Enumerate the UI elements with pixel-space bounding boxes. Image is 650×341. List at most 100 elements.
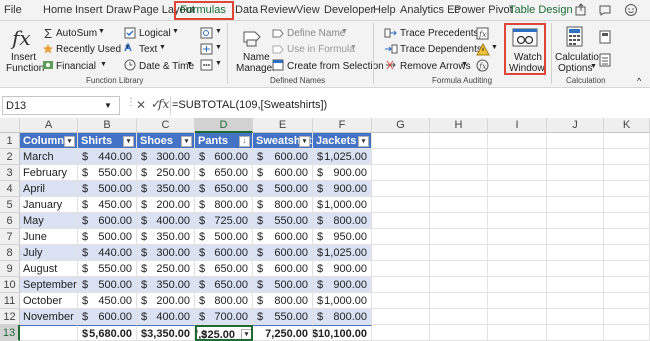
empty-cell[interactable] [430, 149, 488, 165]
value-cell[interactable]: $400.00 [137, 213, 195, 229]
show-formulas-icon[interactable]: fx [476, 27, 490, 40]
month-cell[interactable]: November [20, 309, 78, 325]
lookup-reference-icon[interactable] [200, 27, 214, 40]
empty-cell[interactable] [604, 181, 650, 197]
empty-cell[interactable] [488, 325, 547, 341]
value-cell[interactable]: $650.00 [195, 277, 253, 293]
value-cell[interactable]: $900.00 [313, 277, 372, 293]
empty-cell[interactable] [604, 165, 650, 181]
tab-table-design[interactable]: Table Design [509, 4, 573, 16]
value-cell[interactable]: $600.00 [253, 229, 313, 245]
value-cell[interactable]: $650.00 [195, 181, 253, 197]
value-cell[interactable]: $350.00 [137, 229, 195, 245]
value-cell[interactable]: $200.00 [137, 293, 195, 309]
empty-cell[interactable] [372, 325, 430, 341]
value-cell[interactable]: $250.00 [137, 165, 195, 181]
row-header-11[interactable]: 11 [0, 293, 20, 309]
empty-cell[interactable] [488, 181, 547, 197]
value-cell[interactable]: $800.00 [313, 309, 372, 325]
value-cell[interactable]: $600.00 [253, 165, 313, 181]
empty-cell[interactable] [604, 197, 650, 213]
value-cell[interactable]: $500.00 [78, 277, 137, 293]
empty-cell[interactable] [430, 309, 488, 325]
empty-cell[interactable] [488, 293, 547, 309]
empty-cell[interactable] [372, 165, 430, 181]
value-cell[interactable]: $600.00 [78, 309, 137, 325]
empty-cell[interactable] [372, 197, 430, 213]
month-cell[interactable]: February [20, 165, 78, 181]
row-header-12[interactable]: 12 [0, 309, 20, 325]
empty-cell[interactable] [547, 293, 604, 309]
value-cell[interactable]: $800.00 [313, 213, 372, 229]
month-cell[interactable]: June [20, 229, 78, 245]
empty-cell[interactable] [430, 293, 488, 309]
empty-cell[interactable] [372, 245, 430, 261]
share-icon[interactable] [574, 3, 588, 17]
total-dropdown-icon[interactable]: ▾ [241, 329, 251, 339]
value-cell[interactable]: $900.00 [313, 261, 372, 277]
select-all-corner[interactable] [0, 118, 20, 133]
empty-cell[interactable] [372, 309, 430, 325]
value-cell[interactable]: $1,025.00 [313, 149, 372, 165]
empty-cell[interactable] [547, 197, 604, 213]
tab-power-pivot[interactable]: Power Pivot [454, 4, 513, 16]
value-cell[interactable]: $550.00 [78, 261, 137, 277]
value-cell[interactable]: $500.00 [78, 229, 137, 245]
column-header-c[interactable]: C [137, 118, 195, 133]
value-cell[interactable]: $300.00 [137, 245, 195, 261]
tab-data[interactable]: Data [235, 4, 258, 16]
empty-cell[interactable] [372, 277, 430, 293]
empty-cell[interactable] [372, 213, 430, 229]
row-header-1[interactable]: 1 [0, 133, 20, 149]
column-header-i[interactable]: I [488, 118, 547, 133]
tab-home[interactable]: Home [43, 4, 72, 16]
calculate-sheet-icon[interactable] [599, 53, 611, 67]
tab-file[interactable]: File [4, 4, 22, 16]
empty-cell[interactable] [488, 133, 547, 149]
month-cell[interactable]: May [20, 213, 78, 229]
table-header-cell[interactable]: Pants ↓ [195, 133, 253, 149]
value-cell[interactable]: $650.00 [195, 165, 253, 181]
empty-cell[interactable] [547, 149, 604, 165]
empty-cell[interactable] [547, 261, 604, 277]
empty-cell[interactable] [547, 277, 604, 293]
value-cell[interactable]: $440.00 [78, 149, 137, 165]
math-trig-icon[interactable] [200, 43, 214, 56]
row-header-5[interactable]: 5 [0, 197, 20, 213]
filter-dropdown-icon[interactable]: ▾ [123, 136, 134, 147]
value-cell[interactable]: $1,000.00 [313, 293, 372, 309]
empty-cell[interactable] [430, 245, 488, 261]
empty-cell[interactable] [604, 133, 650, 149]
empty-cell[interactable] [430, 213, 488, 229]
empty-cell[interactable] [430, 165, 488, 181]
value-cell[interactable]: $800.00 [253, 293, 313, 309]
month-cell[interactable]: October [20, 293, 78, 309]
row-header-10[interactable]: 10 [0, 277, 20, 293]
tab-insert[interactable]: Insert [75, 4, 103, 16]
empty-cell[interactable] [372, 181, 430, 197]
table-header-cell[interactable]: Jackets ▾ [313, 133, 372, 149]
value-cell[interactable]: $250.00 [137, 261, 195, 277]
empty-cell[interactable] [488, 245, 547, 261]
empty-cell[interactable] [604, 293, 650, 309]
empty-cell[interactable] [488, 277, 547, 293]
calculate-now-icon[interactable] [599, 30, 611, 44]
empty-cell[interactable] [547, 229, 604, 245]
empty-cell[interactable] [430, 229, 488, 245]
row-header-9[interactable]: 9 [0, 261, 20, 277]
empty-cell[interactable] [604, 245, 650, 261]
empty-cell[interactable] [430, 197, 488, 213]
empty-cell[interactable] [430, 325, 488, 341]
total-cell[interactable]: $10,100.00 [313, 325, 372, 341]
tab-developer[interactable]: Developer [324, 4, 374, 16]
filter-dropdown-icon[interactable]: ▾ [299, 136, 310, 147]
month-cell[interactable]: January [20, 197, 78, 213]
value-cell[interactable]: $500.00 [253, 181, 313, 197]
value-cell[interactable]: $440.00 [78, 245, 137, 261]
empty-cell[interactable] [547, 309, 604, 325]
row-header-7[interactable]: 7 [0, 229, 20, 245]
empty-cell[interactable] [488, 165, 547, 181]
column-header-f[interactable]: F [313, 118, 372, 133]
table-header-cell[interactable]: Sweatshirts ▾ [253, 133, 313, 149]
value-cell[interactable]: $550.00 [253, 309, 313, 325]
